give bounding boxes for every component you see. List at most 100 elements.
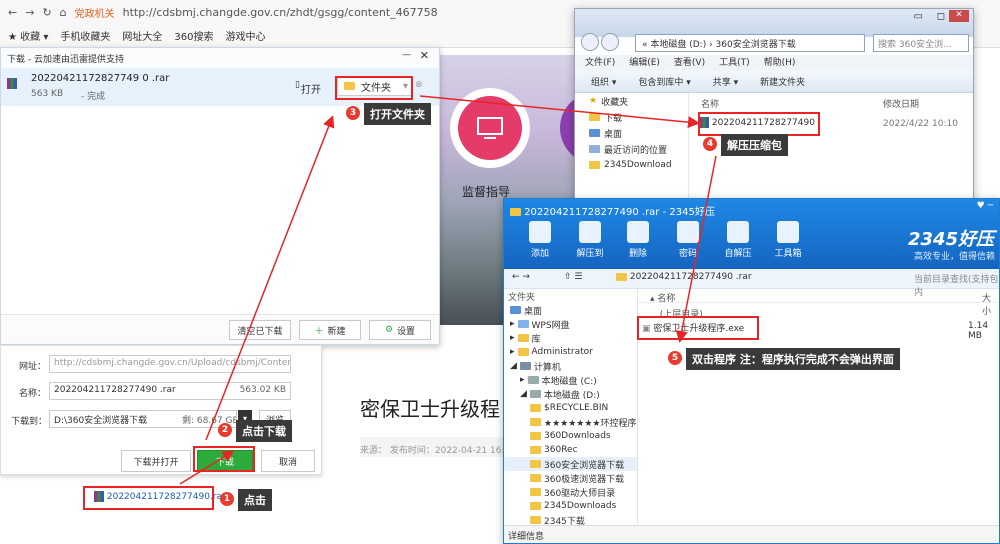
computer-icon <box>519 362 531 370</box>
haozip-path[interactable]: 202204211728277490 .rar <box>616 272 752 282</box>
password-button[interactable]: 密码 <box>668 221 708 259</box>
add-button[interactable]: 添加 <box>520 221 560 259</box>
column-size[interactable]: 大小 <box>982 291 999 317</box>
highlight-folder <box>335 76 413 100</box>
add-icon <box>529 221 551 243</box>
nav-recent[interactable]: 最近访问的位置 <box>575 141 688 157</box>
tree-item-selected[interactable]: 360安全浏览器下载 <box>504 457 637 471</box>
step-number: 2 <box>218 423 232 437</box>
nav-downloads[interactable]: 下载 <box>575 109 688 125</box>
include-library-button[interactable]: 包含到库中 ▾ <box>638 75 690 88</box>
organize-button[interactable]: 组织 ▾ <box>591 75 616 88</box>
save-path-field[interactable]: D:\360安全浏览器下载 剩: 68.67 GB <box>49 410 237 428</box>
up-icon[interactable]: ⇧ ☰ <box>564 272 582 282</box>
folder-icon <box>530 404 541 412</box>
package-icon <box>727 221 749 243</box>
highlight-download <box>193 446 255 472</box>
folder-icon <box>530 516 541 524</box>
tree-item[interactable]: $RECYCLE.BIN <box>504 401 637 415</box>
self-extract-button[interactable]: 自解压 <box>718 221 758 259</box>
extract-icon <box>579 221 601 243</box>
bookmark-item[interactable]: 手机收藏夹 <box>60 28 110 43</box>
new-download-button[interactable]: ＋新建 <box>299 320 361 340</box>
tree-item[interactable]: 360驱动大师目录 <box>504 485 637 499</box>
url-text[interactable]: http://cdsbmj.changde.gov.cn/zhdt/gsgg/c… <box>123 6 438 19</box>
menu-edit[interactable]: 编辑(E) <box>629 55 660 71</box>
name-field[interactable]: 202204211728277490 .rar 563.02 KB <box>49 382 291 400</box>
delete-button[interactable]: 删除 <box>618 221 658 259</box>
home-icon[interactable]: ⌂ <box>60 6 67 19</box>
folder-icon <box>530 432 541 440</box>
cancel-button[interactable]: 取消 <box>261 450 315 472</box>
file-list-header: ▴ 名称 大小 <box>638 289 999 317</box>
cloud-icon <box>517 320 529 328</box>
tree-item[interactable]: 2345Downloads <box>504 499 637 513</box>
download-file-name: 20220421172827749 0 .rar <box>31 73 170 84</box>
lock-icon <box>677 221 699 243</box>
haozip-slogan: 高效专业，值得信赖 <box>914 252 996 262</box>
folder-icon <box>530 502 541 510</box>
rar-file-icon <box>7 78 17 89</box>
trash-icon <box>627 221 649 243</box>
toolbox-icon <box>777 221 799 243</box>
menu-icon[interactable]: ♥ ─ <box>977 201 993 211</box>
close-icon[interactable]: ✕ <box>420 49 429 62</box>
tree-item[interactable]: ◢ 本地磁盘 (D:) <box>504 387 637 401</box>
extract-to-button[interactable]: 解压到 <box>570 221 610 259</box>
article-title: 密保卫士升级程 <box>360 397 500 421</box>
forward-icon[interactable]: → <box>25 6 34 19</box>
back-icon[interactable]: ← <box>8 6 17 19</box>
forward-icon[interactable] <box>601 33 619 51</box>
tree-item[interactable]: ◢ 计算机 <box>504 359 637 373</box>
minimize-icon[interactable]: ▭ <box>914 11 923 22</box>
explorer-search-input[interactable]: 搜索 360安全浏... <box>873 34 969 52</box>
tree-item[interactable]: 桌面 <box>504 303 637 317</box>
download-and-open-button[interactable]: 下载并打开 <box>121 450 191 472</box>
haozip-title: 202204211728277490 .rar - 2345好压 <box>510 203 715 218</box>
bookmark-item[interactable]: ★ 收藏 ▾ <box>8 28 48 43</box>
refresh-icon[interactable]: ↻ <box>42 6 51 19</box>
tree-item[interactable]: ▸ 本地磁盘 (C:) <box>504 373 637 387</box>
nav-favorites[interactable]: ★ 收藏夹 <box>575 93 688 109</box>
url-field[interactable]: http://cdsbmj.changde.gov.cn/Upload/cdsb… <box>49 355 291 373</box>
maximize-icon[interactable]: ◻ <box>937 11 945 22</box>
remove-icon[interactable]: ⊗ <box>415 80 423 90</box>
tree-item[interactable]: 360极速浏览器下载 <box>504 471 637 485</box>
share-button[interactable]: 共享 ▾ <box>713 75 738 88</box>
column-name[interactable]: ▴ 名称 <box>650 291 675 304</box>
step-label: 打开文件夹 <box>364 103 431 125</box>
explorer-address-bar[interactable]: « 本地磁盘 (D:) › 360安全浏览器下载 <box>635 34 865 52</box>
supervision-icon-button[interactable] <box>450 88 530 168</box>
tree-item[interactable]: ▸ 库 <box>504 331 637 345</box>
open-file-link[interactable]: 打开 <box>301 81 321 96</box>
menu-view[interactable]: 查看(V) <box>674 55 705 71</box>
minimize-icon[interactable]: — <box>402 50 411 60</box>
tree-item[interactable]: ▸ Administrator <box>504 345 637 359</box>
tree-item[interactable]: ▸ WPS网盘 <box>504 317 637 331</box>
close-icon[interactable]: ✕ <box>949 10 969 22</box>
bookmark-item[interactable]: 游戏中心 <box>225 28 265 43</box>
tree-item[interactable]: 360Downloads <box>504 429 637 443</box>
menu-file[interactable]: 文件(F) <box>585 55 615 71</box>
back-icon[interactable]: ← → <box>512 272 530 282</box>
desktop-icon <box>510 306 521 314</box>
folder-icon <box>530 474 541 482</box>
clear-downloaded-button[interactable]: 清空已下载 <box>229 320 291 340</box>
save-to-label: 下载到： <box>11 417 48 427</box>
settings-button[interactable]: ⚙ 设置 <box>369 320 431 340</box>
explorer-menubar: 文件(F) 编辑(E) 查看(V) 工具(T) 帮助(H) <box>575 55 973 71</box>
tree-item[interactable]: ★★★★★★★环控程序 <box>504 415 637 429</box>
tree-item[interactable]: 360Rec <box>504 443 637 457</box>
column-date[interactable]: 修改日期 <box>883 97 919 110</box>
column-name[interactable]: 名称 <box>701 97 719 110</box>
bookmark-item[interactable]: 网址大全 <box>122 28 162 43</box>
menu-tools[interactable]: 工具(T) <box>719 55 750 71</box>
new-folder-button[interactable]: 新建文件夹 <box>760 75 805 88</box>
nav-desktop[interactable]: 桌面 <box>575 125 688 141</box>
back-icon[interactable] <box>581 33 599 51</box>
nav-2345download[interactable]: 2345Download <box>575 157 688 173</box>
gear-icon: ⚙ <box>384 325 394 335</box>
menu-help[interactable]: 帮助(H) <box>764 55 796 71</box>
bookmark-item[interactable]: 360搜索 <box>174 28 213 43</box>
toolbox-button[interactable]: 工具箱 <box>768 221 808 259</box>
